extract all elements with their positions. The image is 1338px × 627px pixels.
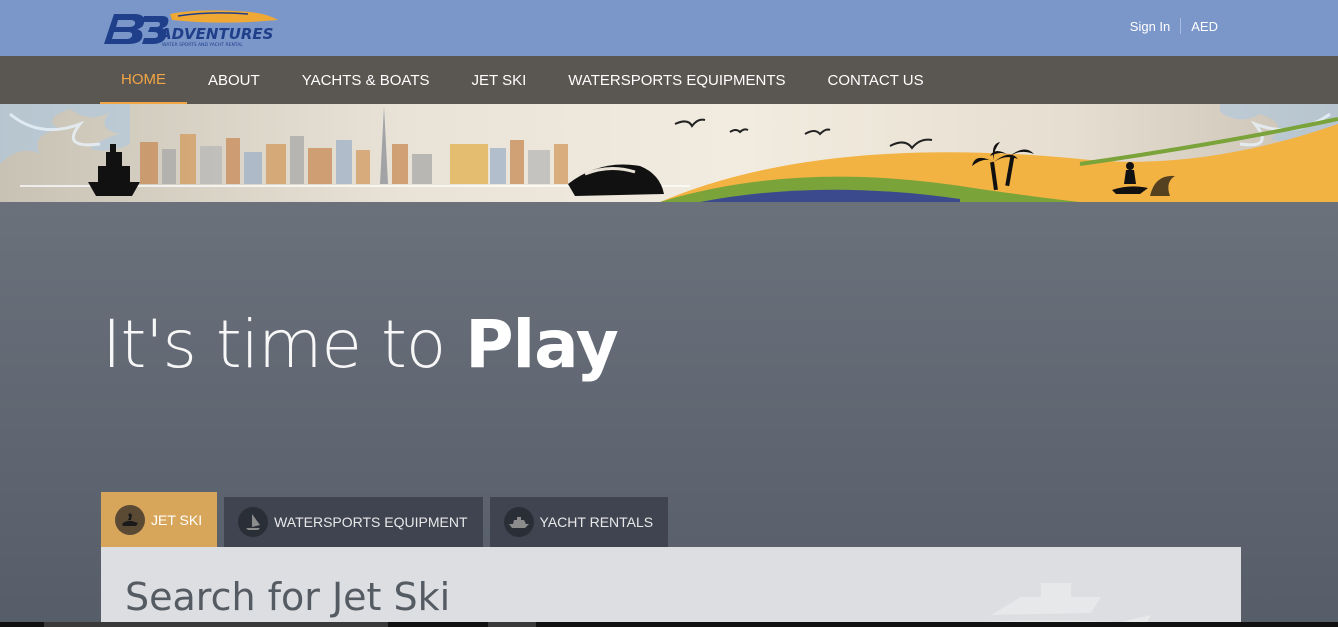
tab-yacht-rentals-label: YACHT RENTALS [539, 514, 654, 530]
tab-jet-ski[interactable]: JET SKI [101, 492, 218, 547]
divider [1180, 18, 1182, 34]
tab-watersports-equipment[interactable]: WATERSPORTS EQUIPMENT [224, 497, 483, 547]
decorative-banner [0, 104, 1338, 202]
logo-text: ADVENTURES [159, 25, 273, 43]
search-tabs: JET SKI WATERSPORTS EQUIPMENT YACHT RENT… [101, 492, 675, 547]
nav-item-watersports-equipments[interactable]: WATERSPORTS EQUIPMENTS [547, 56, 806, 104]
headline-bold-text: Play [465, 306, 619, 383]
ship-icon [88, 144, 140, 196]
headline-light-text: It's time to [102, 306, 466, 383]
nav-item-contact-us[interactable]: CONTACT US [807, 56, 945, 104]
tab-watersports-equipment-label: WATERSPORTS EQUIPMENT [274, 514, 468, 530]
windsurf-icon [238, 507, 269, 537]
bottom-edge-segment [44, 622, 388, 627]
nav-item-about[interactable]: ABOUT [187, 56, 281, 104]
yacht-icon [503, 507, 534, 537]
logo-tagline: WATER SPORTS AND YACHT RENTAL [162, 42, 243, 48]
sign-in-link[interactable]: Sign In [1130, 19, 1170, 34]
hero-section: It's time to Play JET SKI WATERSPORTS EQ… [0, 202, 1338, 627]
bottom-edge-segment [488, 622, 536, 627]
birds-icon [674, 118, 933, 150]
yacht-watermark-icon [931, 583, 1151, 627]
nav-item-yachts-boats[interactable]: YACHTS & BOATS [281, 56, 451, 104]
hero-headline: It's time to Play [102, 306, 619, 383]
tab-yacht-rentals[interactable]: YACHT RENTALS [489, 497, 669, 547]
speedboat-icon [568, 164, 664, 196]
main-nav: HOME ABOUT YACHTS & BOATS JET SKI WATERS… [0, 56, 1338, 104]
nav-item-home[interactable]: HOME [100, 56, 187, 104]
search-panel-title: Search for Jet Ski [125, 575, 451, 619]
nav-item-jet-ski[interactable]: JET SKI [451, 56, 548, 104]
search-panel: Search for Jet Ski [101, 547, 1241, 627]
site-logo[interactable]: ADVENTURES WATER SPORTS AND YACHT RENTAL [100, 6, 282, 48]
top-links: Sign In AED [1130, 18, 1218, 34]
top-bar: ADVENTURES WATER SPORTS AND YACHT RENTAL… [0, 0, 1338, 56]
bottom-edge [0, 622, 1338, 627]
banner-illustration [0, 104, 1338, 202]
tab-jet-ski-label: JET SKI [151, 511, 203, 528]
currency-selector[interactable]: AED [1191, 19, 1218, 34]
jet-ski-icon [115, 504, 145, 535]
